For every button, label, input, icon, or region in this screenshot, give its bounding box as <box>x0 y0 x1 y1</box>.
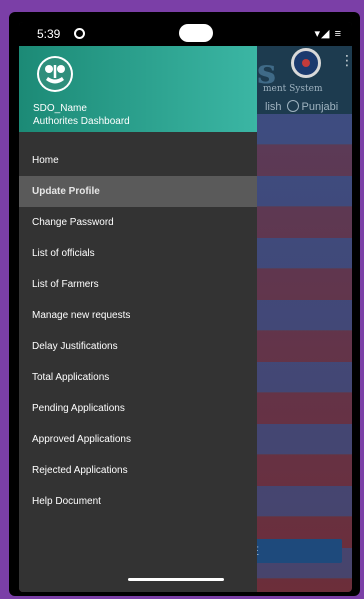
menu-item-pending-applications[interactable]: Pending Applications <box>19 393 257 424</box>
menu-item-home[interactable]: Home <box>19 145 257 176</box>
user-name: SDO_Name <box>33 103 87 114</box>
app-logo-icon <box>37 56 73 92</box>
background-button: E <box>247 539 342 563</box>
language-english-label: lish <box>265 101 282 113</box>
menu-item-update-profile[interactable]: Update Profile <box>19 176 257 207</box>
radio-punjabi-icon <box>286 100 299 112</box>
status-time: 5:39 <box>37 27 61 41</box>
navigation-drawer: SDO_Name Authorites Dashboard Home Updat… <box>19 46 257 592</box>
screen: 5:39 ▾◢ ≡ s ⋮ ment System lishPunjabi E <box>19 22 352 592</box>
language-selector: lish Punjabi <box>265 100 338 113</box>
menu-item-list-of-farmers[interactable]: List of Farmers <box>19 269 257 300</box>
home-indicator[interactable] <box>128 578 224 581</box>
notification-icon <box>74 28 85 39</box>
signal-battery-icons: ▾◢ ≡ <box>314 28 342 40</box>
menu-item-approved-applications[interactable]: Approved Applications <box>19 424 257 455</box>
menu-item-list-of-officials[interactable]: List of officials <box>19 238 257 269</box>
menu-item-manage-new-requests[interactable]: Manage new requests <box>19 300 257 331</box>
device-frame: 5:39 ▾◢ ≡ s ⋮ ment System lishPunjabi E <box>9 12 360 596</box>
menu-item-delay-justifications[interactable]: Delay Justifications <box>19 331 257 362</box>
status-bar: 5:39 ▾◢ ≡ <box>19 22 352 46</box>
background-subtitle: ment System <box>263 84 323 94</box>
user-role: Authorites Dashboard <box>33 116 130 127</box>
camera-cutout <box>179 24 213 42</box>
language-punjabi-label: Punjabi <box>301 101 339 113</box>
menu-item-total-applications[interactable]: Total Applications <box>19 362 257 393</box>
drawer-header: SDO_Name Authorites Dashboard <box>19 46 257 132</box>
overflow-menu-icon: ⋮ <box>340 52 352 68</box>
menu-item-change-password[interactable]: Change Password <box>19 207 257 238</box>
drawer-menu: Home Update Profile Change Password List… <box>19 145 257 517</box>
menu-item-rejected-applications[interactable]: Rejected Applications <box>19 455 257 486</box>
menu-item-help-document[interactable]: Help Document <box>19 486 257 517</box>
emblem-icon <box>291 48 321 78</box>
